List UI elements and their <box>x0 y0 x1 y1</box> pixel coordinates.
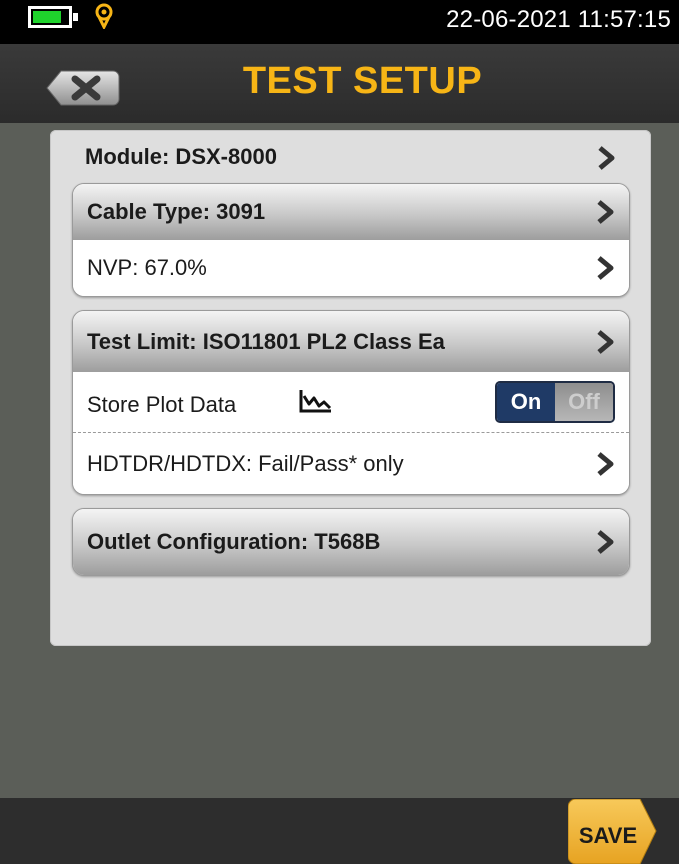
battery-icon <box>28 6 78 28</box>
chevron-right-icon <box>597 330 614 354</box>
toggle-off-option[interactable]: Off <box>555 383 613 421</box>
test-limit-label: Test Limit: ISO11801 PL2 Class Ea <box>87 329 445 354</box>
test-limit-row[interactable]: Test Limit: ISO11801 PL2 Class Ea <box>73 311 629 372</box>
cable-type-label: Cable Type: 3091 <box>87 199 266 224</box>
chevron-right-icon <box>597 256 614 280</box>
test-limit-group: Test Limit: ISO11801 PL2 Class Ea Store … <box>72 310 630 495</box>
datetime: 22-06-2021 11:57:15 <box>446 6 671 33</box>
store-plot-toggle[interactable]: On Off <box>495 381 615 423</box>
chevron-right-icon <box>598 146 615 170</box>
hdtdr-row[interactable]: HDTDR/HDTDX: Fail/Pass* only <box>73 432 629 494</box>
cable-type-row[interactable]: Cable Type: 3091 <box>73 184 629 240</box>
store-plot-label: Store Plot Data <box>87 392 237 417</box>
outlet-label: Outlet Configuration: T568B <box>87 529 381 554</box>
page-title: TEST SETUP <box>242 60 483 102</box>
location-pin-icon <box>95 3 113 29</box>
plot-graph-icon <box>299 390 332 413</box>
outlet-row[interactable]: Outlet Configuration: T568B <box>73 509 629 575</box>
chevron-right-icon <box>597 452 614 476</box>
module-row[interactable]: Module: DSX-8000 <box>85 136 615 176</box>
save-button-label[interactable]: SAVE <box>568 823 648 849</box>
store-plot-row: Store Plot Data On Off <box>73 372 629 432</box>
hdtdr-label: HDTDR/HDTDX: Fail/Pass* only <box>87 451 404 476</box>
chevron-right-icon <box>597 200 614 224</box>
module-label: Module: DSX-8000 <box>85 144 277 169</box>
nvp-label: NVP: 67.0% <box>87 255 207 280</box>
toggle-on-option[interactable]: On <box>497 383 555 421</box>
status-bar: 22-06-2021 11:57:15 <box>0 0 679 44</box>
outlet-group: Outlet Configuration: T568B <box>72 508 630 576</box>
cable-group: Cable Type: 3091 NVP: 67.0% <box>72 183 630 297</box>
title-bar: TEST SETUP <box>0 44 679 123</box>
nvp-row[interactable]: NVP: 67.0% <box>73 240 629 296</box>
chevron-right-icon <box>597 530 614 554</box>
